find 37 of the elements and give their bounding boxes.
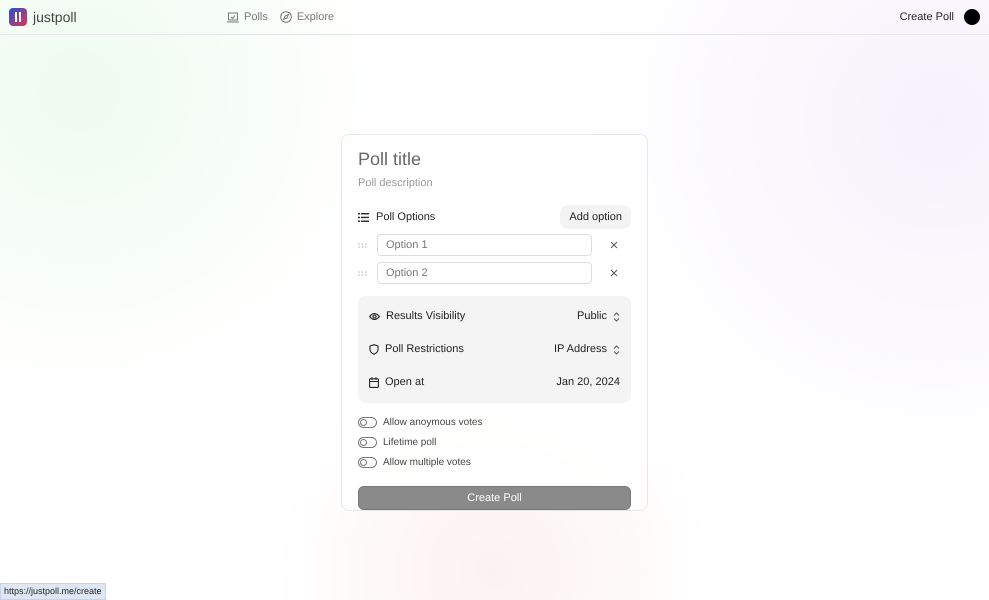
title-field[interactable]: Poll title (358, 147, 631, 171)
toggle-label: Lifetime poll (383, 436, 436, 450)
chevron-up-down-icon (613, 312, 620, 322)
create-poll-link[interactable]: Create Poll (900, 8, 954, 26)
setting-label: Open at (385, 375, 424, 390)
status-bar-url: https://justpoll.me/create (0, 582, 106, 600)
close-icon[interactable] (610, 269, 618, 277)
option-field[interactable]: Option 2 (377, 262, 592, 284)
toggle-label: Allow anoymous votes (383, 416, 482, 430)
toggle-switch[interactable] (358, 457, 377, 468)
logo-icon (9, 8, 27, 26)
calendar-icon (369, 377, 379, 388)
nav-link[interactable]: Explore (280, 8, 334, 26)
nav-link[interactable]: Polls (227, 8, 268, 26)
compass-icon (280, 11, 292, 23)
chevron-up-down-icon (613, 344, 620, 354)
toggle-label: Allow multiple votes (383, 456, 471, 470)
list-icon (358, 212, 369, 222)
avatar-icon[interactable] (964, 9, 980, 25)
setting-label: Poll Restrictions (385, 342, 464, 358)
option-field[interactable]: Option 1 (377, 234, 592, 256)
poll-options-heading: Poll Options (376, 210, 436, 225)
close-icon[interactable] (610, 241, 618, 249)
shield-icon (369, 344, 379, 355)
eye-icon (369, 312, 380, 321)
select-control[interactable]: IP Address (554, 341, 620, 358)
drag-handle-icon[interactable] (358, 270, 367, 276)
toggle-switch[interactable] (358, 437, 377, 448)
date-picker-button[interactable]: Jan 20, 2024 (556, 374, 620, 391)
description-field[interactable]: Poll description (358, 175, 631, 191)
add-option-button[interactable]: Add option (560, 205, 631, 229)
laptop-icon (227, 12, 239, 22)
brand-name[interactable]: justpoll (33, 6, 77, 28)
setting-label: Results Visibility (386, 309, 466, 324)
select-control[interactable]: Public (577, 308, 620, 325)
drag-handle-icon[interactable] (358, 242, 367, 248)
toggle-switch[interactable] (358, 417, 377, 428)
